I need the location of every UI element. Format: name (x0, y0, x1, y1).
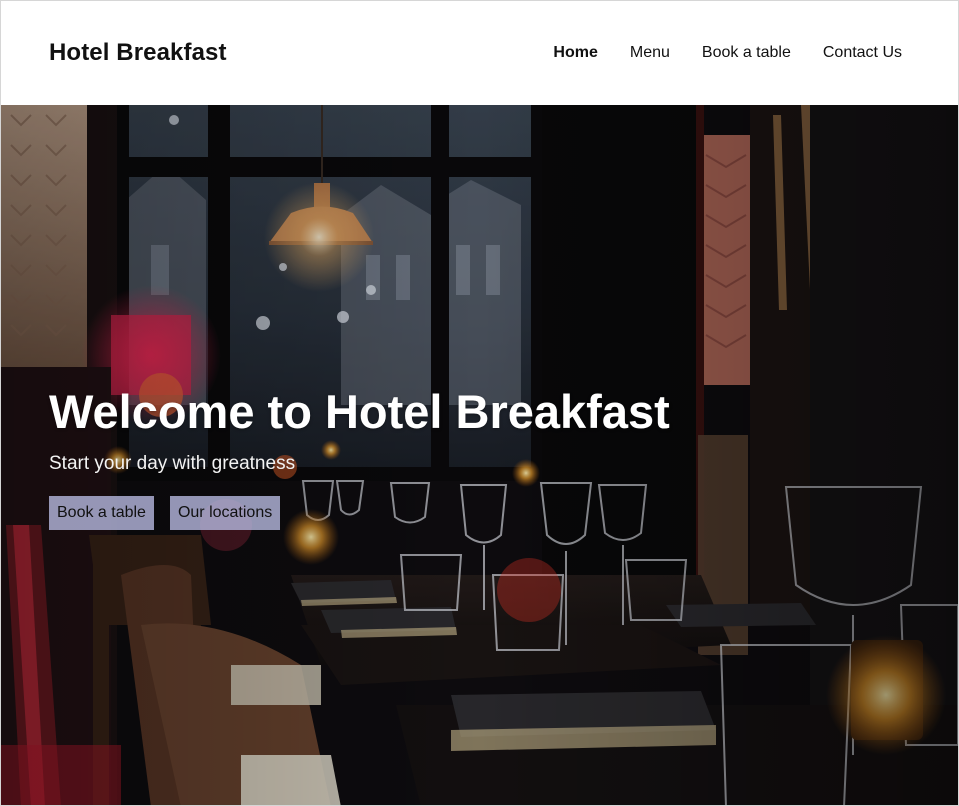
hero-section: Welcome to Hotel Breakfast Start your da… (1, 105, 958, 805)
nav-link-home[interactable]: Home (553, 44, 597, 62)
hero-subtitle: Start your day with greatness (49, 453, 296, 474)
our-locations-button[interactable]: Our locations (169, 496, 281, 530)
brand-logo-text[interactable]: Hotel Breakfast (49, 39, 227, 67)
nav-link-contact-us[interactable]: Contact Us (823, 44, 902, 62)
nav-link-book-a-table[interactable]: Book a table (702, 44, 791, 62)
main-nav: Home Menu Book a table Contact Us (553, 44, 902, 62)
hero-title: Welcome to Hotel Breakfast (49, 385, 670, 438)
page: Hotel Breakfast Home Menu Book a table C… (0, 0, 959, 806)
book-a-table-button[interactable]: Book a table (49, 496, 154, 530)
nav-link-menu[interactable]: Menu (630, 44, 670, 62)
site-header: Hotel Breakfast Home Menu Book a table C… (1, 1, 958, 105)
hero-content: Welcome to Hotel Breakfast Start your da… (49, 388, 670, 530)
hero-actions: Book a table Our locations (49, 496, 670, 530)
